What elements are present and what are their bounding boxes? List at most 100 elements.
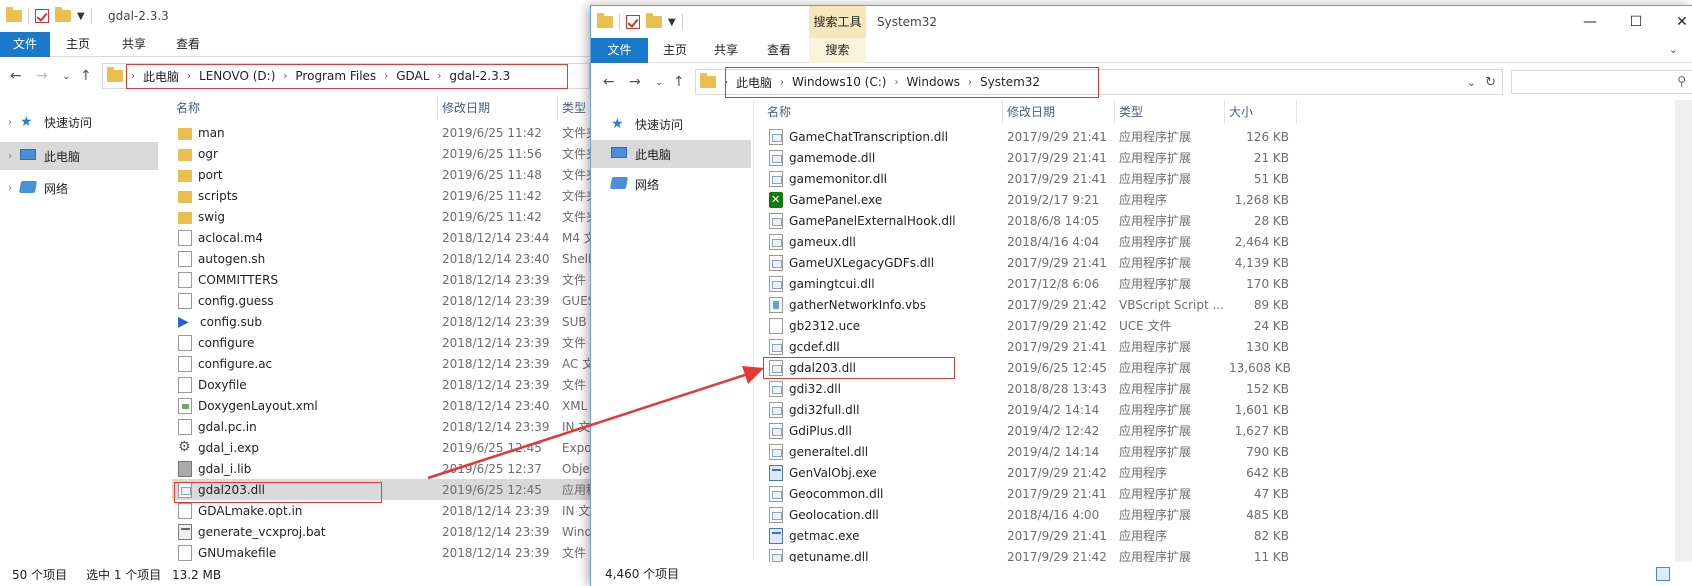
file-name-cell[interactable]: GNUmakefile bbox=[172, 544, 438, 561]
details-view-icon[interactable] bbox=[1656, 567, 1670, 581]
tab-share[interactable]: 共享 bbox=[114, 32, 154, 57]
file-name-cell[interactable]: GameUXLegacyGDFs.dll bbox=[763, 254, 1003, 271]
table-row[interactable]: GDALmake.opt.in 2018/12/14 23:39 IN 文件 bbox=[172, 500, 590, 521]
table-row[interactable]: gdal.pc.in 2018/12/14 23:39 IN 文件 bbox=[172, 416, 590, 437]
table-row[interactable]: port 2019/6/25 11:48 文件夹 bbox=[172, 164, 590, 185]
vertical-scrollbar[interactable] bbox=[1675, 100, 1692, 562]
file-name-cell[interactable]: GdiPlus.dll bbox=[763, 422, 1003, 439]
file-name-cell[interactable]: autogen.sh bbox=[172, 250, 438, 267]
table-row[interactable]: generate_vcxproj.bat 2018/12/14 23:39 Wind… bbox=[172, 521, 590, 542]
file-name-cell[interactable]: gdal.pc.in bbox=[172, 418, 438, 435]
table-row[interactable]: gdal203.dll 2019/6/25 12:45 应用程序扩展 bbox=[172, 479, 590, 500]
file-name-cell[interactable]: generate_vcxproj.bat bbox=[172, 523, 438, 540]
forward-arrow-icon[interactable]: → bbox=[629, 74, 641, 90]
table-row[interactable]: autogen.sh 2018/12/14 23:40 Shell Script bbox=[172, 248, 590, 269]
close-icon[interactable]: ✕ bbox=[1659, 6, 1692, 38]
file-name-cell[interactable]: gdal_i.lib bbox=[172, 460, 438, 477]
recent-locations-icon[interactable]: ⌄ bbox=[655, 77, 663, 88]
table-row[interactable]: gatherNetworkInfo.vbs 2017/9/29 21:42 VBSc… bbox=[763, 294, 1297, 315]
file-name-cell[interactable]: config.sub bbox=[172, 314, 438, 330]
breadcrumb-item[interactable]: 此电脑 bbox=[736, 74, 772, 91]
chevron-right-icon[interactable]: › bbox=[283, 71, 287, 82]
file-name-cell[interactable]: gdal203.dll bbox=[172, 481, 438, 498]
file-name-cell[interactable]: getmac.exe bbox=[763, 527, 1003, 544]
file-name-cell[interactable]: GenValObj.exe bbox=[763, 464, 1003, 481]
table-row[interactable]: man 2019/6/25 11:42 文件夹 bbox=[172, 122, 590, 143]
chevron-right-icon[interactable]: › bbox=[780, 77, 784, 88]
tab-view[interactable]: 查看 bbox=[168, 32, 208, 57]
file-name-cell[interactable]: gcdef.dll bbox=[763, 338, 1003, 355]
file-name-cell[interactable]: swig bbox=[172, 210, 438, 224]
file-name-cell[interactable]: gamemode.dll bbox=[763, 149, 1003, 166]
table-row[interactable]: config.sub 2018/12/14 23:39 SUB 文件 bbox=[172, 311, 590, 332]
nav-this-pc[interactable]: 此电脑 bbox=[591, 140, 751, 168]
column-header-date[interactable]: 修改日期 bbox=[438, 96, 558, 120]
file-name-cell[interactable]: gdi32full.dll bbox=[763, 401, 1003, 418]
table-row[interactable]: GameChatTranscription.dll 2017/9/29 21:41… bbox=[763, 126, 1297, 147]
file-name-cell[interactable]: GamePanel.exe bbox=[763, 191, 1003, 208]
chevron-right-icon[interactable]: › bbox=[724, 77, 728, 88]
table-row[interactable]: configure.ac 2018/12/14 23:39 AC 文件 bbox=[172, 353, 590, 374]
file-name-cell[interactable]: gatherNetworkInfo.vbs bbox=[763, 296, 1003, 313]
up-arrow-icon[interactable]: ↑ bbox=[673, 74, 685, 90]
breadcrumb-item[interactable]: Windows bbox=[906, 75, 960, 89]
table-row[interactable]: Geocommon.dll 2017/9/29 21:41 应用程序扩展 47 KB bbox=[763, 483, 1297, 504]
tab-search[interactable]: 搜索 bbox=[809, 38, 866, 63]
table-row[interactable]: getmac.exe 2017/9/29 21:41 应用程序 82 KB bbox=[763, 525, 1297, 546]
ribbon-expand-icon[interactable]: ⌄ bbox=[1669, 43, 1678, 56]
column-header-type[interactable]: 类型 bbox=[558, 96, 590, 120]
expand-icon[interactable]: › bbox=[0, 151, 20, 162]
chevron-right-icon[interactable]: › bbox=[131, 71, 135, 82]
address-bar[interactable]: › 此电脑 › LENOVO (D:) › Program Files › GD… bbox=[102, 63, 590, 89]
tab-file[interactable]: 文件 bbox=[0, 32, 50, 57]
address-bar[interactable]: › 此电脑 › Windows10 (C:) › Windows › Syste… bbox=[695, 69, 1503, 95]
file-name-cell[interactable]: gdi32.dll bbox=[763, 380, 1003, 397]
table-row[interactable]: gamingtcui.dll 2017/12/8 6:06 应用程序扩展 170 KB bbox=[763, 273, 1297, 294]
breadcrumb-item[interactable]: LENOVO (D:) bbox=[199, 69, 275, 83]
breadcrumb-item[interactable]: Windows10 (C:) bbox=[792, 75, 886, 89]
table-row[interactable]: gamemode.dll 2017/9/29 21:41 应用程序扩展 21 KB bbox=[763, 147, 1297, 168]
nav-this-pc[interactable]: › 此电脑 bbox=[0, 142, 158, 170]
file-name-cell[interactable]: port bbox=[172, 168, 438, 182]
table-row[interactable]: config.guess 2018/12/14 23:39 GUESS 文件 bbox=[172, 290, 590, 311]
file-name-cell[interactable]: DoxygenLayout.xml bbox=[172, 397, 438, 414]
table-row[interactable]: gdal_i.lib 2019/6/25 12:37 Object File Lib… bbox=[172, 458, 590, 479]
expand-icon[interactable]: › bbox=[0, 183, 20, 194]
table-row[interactable]: ogr 2019/6/25 11:56 文件夹 bbox=[172, 143, 590, 164]
file-name-cell[interactable]: gb2312.uce bbox=[763, 317, 1003, 334]
table-row[interactable]: swig 2019/6/25 11:42 文件夹 bbox=[172, 206, 590, 227]
address-dropdown-icon[interactable]: ⌄ bbox=[1467, 76, 1476, 89]
table-row[interactable]: GamePanelExternalHook.dll 2018/6/8 14:05 应… bbox=[763, 210, 1297, 231]
file-name-cell[interactable]: configure bbox=[172, 334, 438, 351]
nav-network[interactable]: › 网络 bbox=[0, 174, 172, 202]
table-row[interactable]: COMMITTERS 2018/12/14 23:39 文件 bbox=[172, 269, 590, 290]
chevron-right-icon[interactable]: › bbox=[187, 71, 191, 82]
table-row[interactable]: GameUXLegacyGDFs.dll 2017/9/29 21:41 应用程序扩… bbox=[763, 252, 1297, 273]
up-arrow-icon[interactable]: ↑ bbox=[80, 68, 92, 84]
column-header-date[interactable]: 修改日期 bbox=[1003, 100, 1115, 124]
table-row[interactable]: GenValObj.exe 2017/9/29 21:42 应用程序 642 KB bbox=[763, 462, 1297, 483]
nav-quick-access[interactable]: › ★ 快速访问 bbox=[0, 108, 172, 136]
file-name-cell[interactable]: gdal203.dll bbox=[763, 359, 1003, 376]
expand-icon[interactable]: › bbox=[0, 117, 20, 128]
breadcrumb-item[interactable]: System32 bbox=[980, 75, 1040, 89]
table-row[interactable]: gdal_i.exp 2019/6/25 12:45 Exports Library bbox=[172, 437, 590, 458]
properties-icon[interactable] bbox=[626, 15, 640, 29]
file-name-cell[interactable]: scripts bbox=[172, 189, 438, 203]
tab-home[interactable]: 主页 bbox=[58, 32, 98, 57]
minimize-icon[interactable]: — bbox=[1567, 6, 1613, 38]
chevron-right-icon[interactable]: › bbox=[384, 71, 388, 82]
quick-access-dropdown-icon[interactable]: ▼ bbox=[77, 11, 85, 22]
recent-locations-icon[interactable]: ⌄ bbox=[62, 71, 70, 82]
file-name-cell[interactable]: ogr bbox=[172, 147, 438, 161]
quick-access-dropdown-icon[interactable]: ▼ bbox=[668, 17, 676, 28]
column-header-size[interactable]: 大小 bbox=[1225, 100, 1297, 124]
file-name-cell[interactable]: COMMITTERS bbox=[172, 271, 438, 288]
chevron-right-icon[interactable]: › bbox=[894, 77, 898, 88]
file-name-cell[interactable]: generaltel.dll bbox=[763, 443, 1003, 460]
file-name-cell[interactable]: Geolocation.dll bbox=[763, 506, 1003, 523]
file-name-cell[interactable]: GamePanelExternalHook.dll bbox=[763, 212, 1003, 229]
table-row[interactable]: GdiPlus.dll 2019/4/2 12:42 应用程序扩展 1,627 KB bbox=[763, 420, 1297, 441]
nav-network[interactable]: 网络 bbox=[591, 170, 763, 198]
new-folder-icon[interactable] bbox=[55, 7, 71, 22]
